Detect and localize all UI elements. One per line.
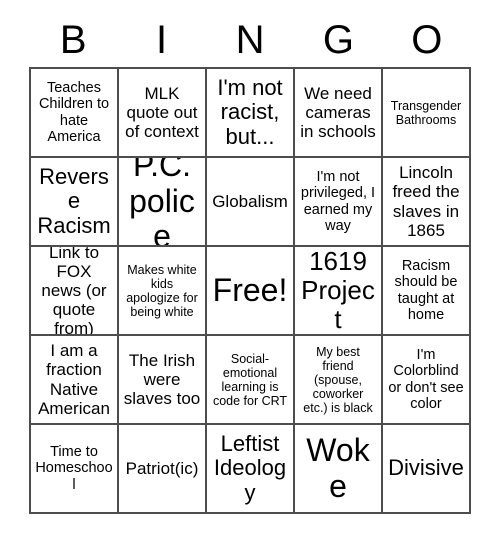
bingo-cell[interactable]: Reverse Racism [31, 158, 119, 247]
bingo-header-letter-o: O [411, 18, 443, 62]
bingo-cell[interactable]: I'm not racist, but... [207, 69, 295, 158]
bingo-cell-label: Transgender Bathrooms [390, 98, 462, 127]
bingo-cell-label: I am a fraction Native American [38, 341, 110, 418]
bingo-cell[interactable]: Free! [207, 247, 295, 336]
bingo-cell-label: The Irish were slaves too [123, 350, 201, 409]
bingo-header-letter-n: N [235, 18, 265, 62]
bingo-cell-label: MLK quote out of context [125, 83, 199, 142]
bingo-cell[interactable]: Woke [295, 425, 383, 514]
bingo-cell-label: Globalism [212, 191, 288, 211]
bingo-cell[interactable]: Racism should be taught at home [383, 247, 471, 336]
bingo-header-letter-i: I [156, 18, 168, 62]
bingo-cell[interactable]: Teaches Children to hate America [31, 69, 119, 158]
bingo-cell[interactable]: Link to FOX news (or quote from) [31, 247, 119, 336]
bingo-cell[interactable]: The Irish were slaves too [119, 336, 207, 425]
bingo-cell[interactable]: Globalism [207, 158, 295, 247]
bingo-cell[interactable]: 1619 Project [295, 247, 383, 336]
bingo-cell-label: I'm Colorblind or don't see color [388, 347, 464, 412]
bingo-cell[interactable]: Time to Homeschool [31, 425, 119, 514]
bingo-cell-label: 1619 Project [301, 247, 375, 335]
bingo-header-letter-b: B [59, 18, 87, 62]
bingo-cell[interactable]: Patriot(ic) [119, 425, 207, 514]
bingo-cell[interactable]: I am a fraction Native American [31, 336, 119, 425]
bingo-cell[interactable]: Makes white kids apologize for being whi… [119, 247, 207, 336]
bingo-cell[interactable]: Lincoln freed the slaves in 1865 [383, 158, 471, 247]
bingo-cell[interactable]: MLK quote out of context [119, 69, 207, 158]
bingo-cell[interactable]: Leftist Ideology [207, 425, 295, 514]
bingo-grid: Teaches Children to hate America MLK quot… [29, 67, 471, 514]
bingo-cell[interactable]: Social-emotional learning is code for CR… [207, 336, 295, 425]
bingo-cell-label: Lincoln freed the slaves in 1865 [392, 163, 460, 240]
bingo-cell-label: Racism should be taught at home [394, 258, 458, 323]
bingo-cell[interactable]: We need cameras in schools [295, 69, 383, 158]
bingo-cell-label: Patriot(ic) [125, 458, 199, 478]
bingo-cell-label: My best friend (spouse, coworker etc.) i… [303, 344, 373, 415]
bingo-cell[interactable]: Divisive [383, 425, 471, 514]
bingo-card: B I N G O Teaches Children to hate Ameri… [0, 0, 500, 544]
bingo-cell-label: Time to Homeschool [35, 444, 113, 493]
bingo-cell-label: Free! [212, 271, 288, 308]
bingo-cell-label: Reverse Racism [37, 163, 111, 238]
bingo-cell[interactable]: I'm not privileged, I earned my way [295, 158, 383, 247]
bingo-cell[interactable]: I'm Colorblind or don't see color [383, 336, 471, 425]
bingo-header-letter-g: G [322, 18, 354, 62]
bingo-cell-label: Link to FOX news (or quote from) [41, 247, 107, 336]
bingo-cell[interactable]: Transgender Bathrooms [383, 69, 471, 158]
bingo-cell-label: Divisive [388, 455, 464, 481]
bingo-cell-label: I'm not racist, but... [217, 74, 283, 149]
bingo-cell-label: I'm not privileged, I earned my way [300, 169, 376, 234]
bingo-cell-label: P.C. police [129, 158, 195, 247]
bingo-cell-label: Woke [306, 431, 370, 504]
bingo-cell-label: We need cameras in schools [300, 83, 376, 142]
bingo-cell-label: Teaches Children to hate America [38, 80, 110, 145]
bingo-header-row: B I N G O [29, 14, 471, 66]
bingo-cell-label: Leftist Ideology [213, 430, 287, 505]
bingo-cell-label: Social-emotional learning is code for CR… [212, 351, 288, 408]
bingo-cell[interactable]: My best friend (spouse, coworker etc.) i… [295, 336, 383, 425]
bingo-cell-label: Makes white kids apologize for being whi… [126, 262, 198, 319]
bingo-cell[interactable]: P.C. police [119, 158, 207, 247]
